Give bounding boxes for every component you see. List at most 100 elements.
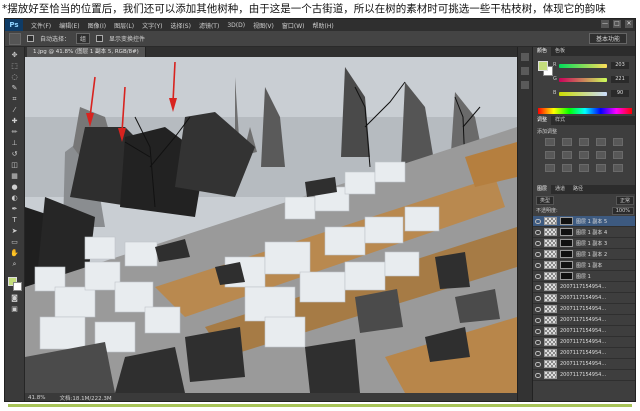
path-select-tool[interactable]: ➤ <box>10 227 20 235</box>
layer-row[interactable]: 图层 1 副本 3 <box>533 238 635 249</box>
layer-row[interactable]: 2007117154954... <box>533 326 635 337</box>
layer-row[interactable]: 图层 1 副本 4 <box>533 227 635 238</box>
opacity-field[interactable]: 100% <box>611 207 634 215</box>
menu-edit[interactable]: 编辑(E) <box>55 21 83 30</box>
history-brush-tool[interactable]: ↺ <box>10 150 20 158</box>
menu-layer[interactable]: 图层(L) <box>110 21 138 30</box>
g-value[interactable]: 221 <box>611 76 629 83</box>
layer-mask-thumbnail[interactable] <box>560 228 573 236</box>
layer-row[interactable]: 2007117154954... <box>533 315 635 326</box>
layer-mask-thumbnail[interactable] <box>560 217 573 225</box>
eraser-tool[interactable]: ◫ <box>10 161 20 169</box>
pen-tool[interactable]: ✒ <box>10 205 20 213</box>
invert-icon[interactable] <box>545 164 555 172</box>
layer-kind-filter[interactable]: 类型 <box>536 196 555 205</box>
channel-mixer-icon[interactable] <box>613 151 623 159</box>
r-value[interactable]: 203 <box>611 62 629 69</box>
menu-filter[interactable]: 滤镜(T) <box>195 21 223 30</box>
brush-tool[interactable]: ✏ <box>10 128 20 136</box>
show-transform-checkbox[interactable] <box>96 35 104 42</box>
zoom-tool[interactable]: ⌕ <box>10 260 20 268</box>
r-slider[interactable] <box>559 64 607 68</box>
eyedropper-tool[interactable]: ⁄ <box>10 106 20 114</box>
tab-styles[interactable]: 样式 <box>551 116 569 125</box>
properties-panel-icon[interactable] <box>521 67 529 75</box>
tab-swatches[interactable]: 色板 <box>551 47 569 56</box>
curves-icon[interactable] <box>579 138 589 146</box>
layer-mask-thumbnail[interactable] <box>560 250 573 258</box>
menu-help[interactable]: 帮助(H) <box>309 21 338 30</box>
auto-select-checkbox[interactable] <box>27 35 34 42</box>
tab-adjustments[interactable]: 调整 <box>533 116 552 125</box>
gradient-map-icon[interactable] <box>596 164 606 172</box>
color-spectrum-bar[interactable] <box>538 108 632 114</box>
g-slider[interactable] <box>559 78 607 82</box>
workspace-switcher[interactable]: 基本功能 <box>588 33 627 44</box>
layer-row[interactable]: 2007117154954... <box>533 304 635 315</box>
visibility-eye-icon[interactable] <box>535 317 541 323</box>
hand-tool[interactable]: ✋ <box>10 249 20 257</box>
layer-mask-thumbnail[interactable] <box>560 261 573 269</box>
hue-saturation-icon[interactable] <box>545 151 555 159</box>
gradient-tool[interactable]: ▦ <box>10 172 20 180</box>
crop-tool[interactable]: ⌗ <box>10 95 20 103</box>
move-tool-icon[interactable] <box>9 32 21 45</box>
document-canvas[interactable] <box>25 57 517 393</box>
panel-foreground-swatch[interactable] <box>538 61 548 71</box>
menu-3d[interactable]: 3D(D) <box>223 22 249 29</box>
move-tool[interactable]: ✥ <box>10 51 20 59</box>
visibility-eye-icon[interactable] <box>535 229 541 235</box>
visibility-eye-icon[interactable] <box>535 273 541 279</box>
quick-mask-icon[interactable]: ◙ <box>10 294 20 302</box>
vibrance-icon[interactable] <box>613 138 623 146</box>
zoom-readout[interactable]: 41.8% <box>28 395 45 401</box>
tab-color[interactable]: 颜色 <box>533 47 552 56</box>
maximize-button[interactable]: □ <box>613 20 621 28</box>
visibility-eye-icon[interactable] <box>535 262 541 268</box>
tab-layers[interactable]: 图层 <box>533 185 552 194</box>
screen-mode-icon[interactable]: ▣ <box>10 305 20 313</box>
brightness-icon[interactable] <box>545 138 555 146</box>
layer-row[interactable]: 图层 1 副本 2 <box>533 249 635 260</box>
menu-window[interactable]: 窗口(W) <box>278 21 309 30</box>
visibility-eye-icon[interactable] <box>535 306 541 312</box>
color-swatches[interactable] <box>7 277 22 291</box>
menu-file[interactable]: 文件(F) <box>27 21 55 30</box>
layer-row[interactable]: 2007117154954... <box>533 282 635 293</box>
blend-mode-select[interactable]: 正常 <box>615 196 634 205</box>
layer-row[interactable]: 2007117154954... <box>533 359 635 370</box>
marquee-tool[interactable]: ⬚ <box>10 62 20 70</box>
visibility-eye-icon[interactable] <box>535 361 541 367</box>
visibility-eye-icon[interactable] <box>535 251 541 257</box>
tab-paths[interactable]: 路径 <box>569 185 587 194</box>
layer-row[interactable]: 2007117154954... <box>533 370 635 381</box>
visibility-eye-icon[interactable] <box>535 218 541 224</box>
visibility-eye-icon[interactable] <box>535 240 541 246</box>
healing-tool[interactable]: ✚ <box>10 117 20 125</box>
history-panel-icon[interactable] <box>521 53 529 61</box>
color-balance-icon[interactable] <box>562 151 572 159</box>
threshold-icon[interactable] <box>579 164 589 172</box>
blur-tool[interactable]: ● <box>10 183 20 191</box>
layer-row[interactable]: 图层 1 副本 5 <box>533 216 635 227</box>
visibility-eye-icon[interactable] <box>535 372 541 378</box>
visibility-eye-icon[interactable] <box>535 339 541 345</box>
photo-filter-icon[interactable] <box>596 151 606 159</box>
layer-row[interactable]: 2007117154954... <box>533 348 635 359</box>
b-value[interactable]: 90 <box>611 90 629 97</box>
background-color[interactable] <box>12 282 22 291</box>
menu-image[interactable]: 图像(I) <box>84 21 110 30</box>
quick-select-tool[interactable]: ✎ <box>10 84 20 92</box>
minimize-button[interactable]: — <box>601 20 609 28</box>
info-panel-icon[interactable] <box>521 81 529 89</box>
stamp-tool[interactable]: ⊥ <box>10 139 20 147</box>
visibility-eye-icon[interactable] <box>535 295 541 301</box>
document-tab[interactable]: 1.jpg @ 41.8% (图层 1 副本 5, RGB/8#) <box>27 47 146 57</box>
auto-select-dropdown[interactable]: 组 <box>76 33 91 44</box>
black-white-icon[interactable] <box>579 151 589 159</box>
exposure-icon[interactable] <box>596 138 606 146</box>
b-slider[interactable] <box>559 92 607 96</box>
lasso-tool[interactable]: ◌ <box>10 73 20 81</box>
tab-channels[interactable]: 通道 <box>551 185 569 194</box>
visibility-eye-icon[interactable] <box>535 328 541 334</box>
